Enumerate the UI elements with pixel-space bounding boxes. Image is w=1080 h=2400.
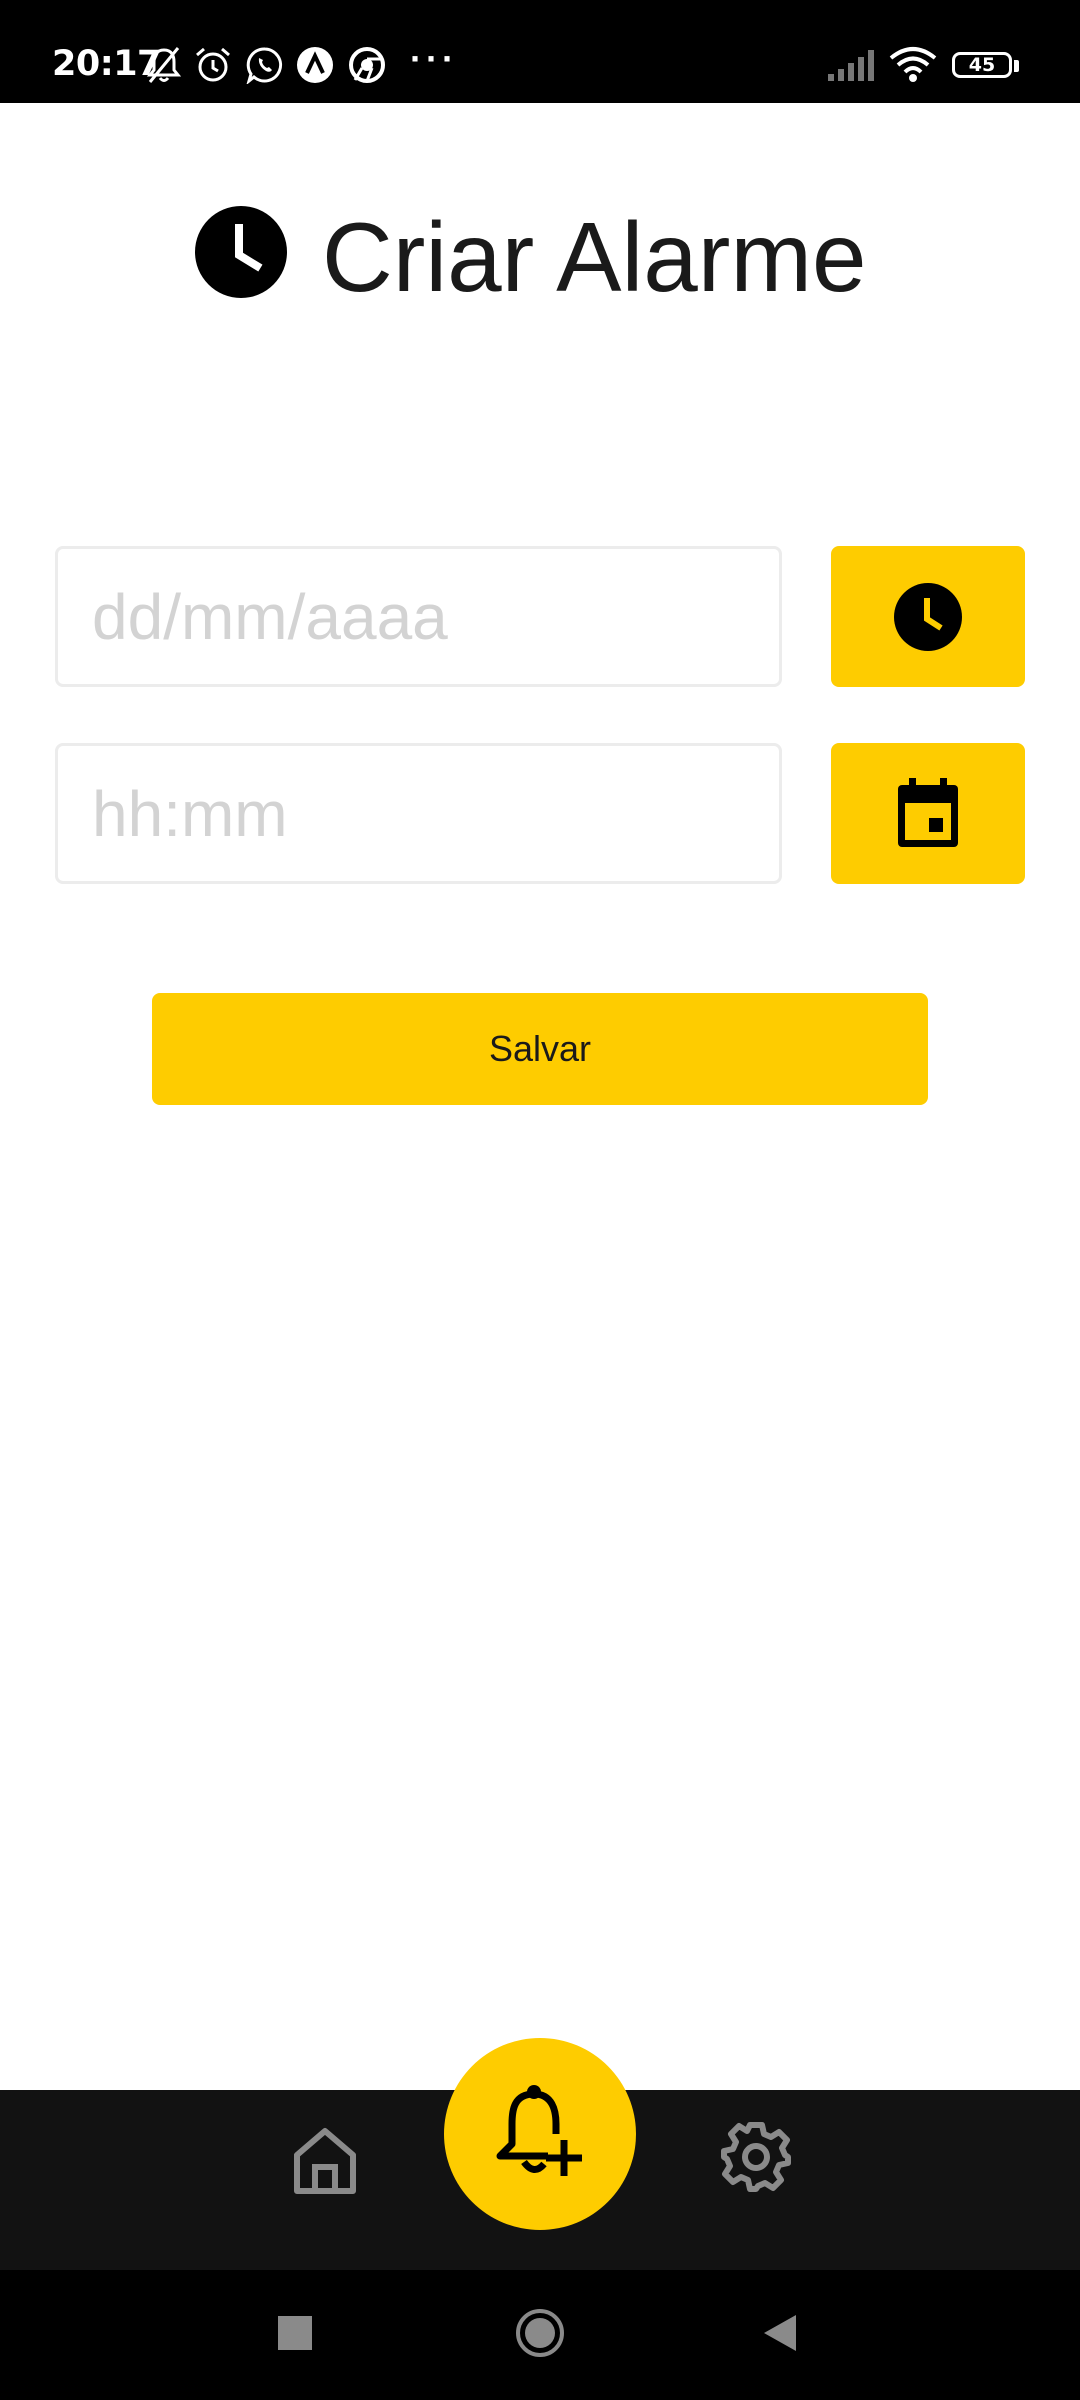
nav-settings-button[interactable] <box>717 2118 795 2196</box>
date-input[interactable] <box>55 546 782 687</box>
add-alarm-button[interactable] <box>444 2038 636 2230</box>
alarm-icon <box>196 47 230 82</box>
wifi-icon <box>889 47 937 82</box>
system-home-button[interactable] <box>515 2308 565 2358</box>
chrome-icon <box>349 47 385 83</box>
battery-tip <box>1014 60 1019 72</box>
recents-square-icon <box>278 2316 312 2350</box>
time-input[interactable] <box>55 743 782 884</box>
gear-icon <box>721 2122 791 2192</box>
status-bar: 20:17 ··· 45 <box>0 0 1080 103</box>
signal-icon <box>828 50 874 81</box>
back-triangle-icon <box>764 2315 796 2351</box>
save-button[interactable]: Salvar <box>152 993 928 1105</box>
home-icon <box>294 2128 356 2194</box>
status-time: 20:17 <box>52 44 161 84</box>
clock-icon <box>195 206 287 298</box>
home-circle-icon <box>516 2309 564 2357</box>
battery-level: 45 <box>968 54 996 76</box>
app-a-icon <box>297 47 333 83</box>
time-picker-button[interactable] <box>831 546 1025 687</box>
more-dots-icon: ··· <box>410 38 458 79</box>
clock-icon <box>894 582 962 651</box>
page-title: Criar Alarme <box>322 202 867 312</box>
nav-home-button[interactable] <box>286 2122 364 2200</box>
add-alarm-icon <box>496 2085 582 2176</box>
calendar-icon <box>898 777 958 847</box>
battery-icon: 45 <box>952 52 1012 78</box>
bell-off-icon <box>146 47 182 83</box>
back-button[interactable] <box>762 2313 798 2353</box>
date-picker-button[interactable] <box>831 743 1025 884</box>
whatsapp-icon <box>246 47 283 84</box>
recents-button[interactable] <box>278 2316 312 2350</box>
